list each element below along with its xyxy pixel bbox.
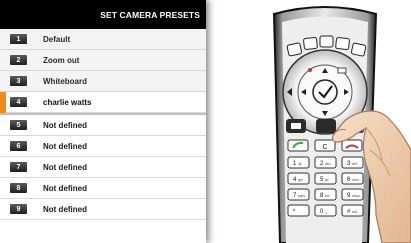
preset-number-badge: 2 — [10, 55, 27, 65]
preset-row-9[interactable]: 9 Not defined — [0, 199, 206, 220]
keypad-letters: abc — [325, 162, 331, 166]
remote-control: C 1 @2 abc 3 def 4 ghi 5 jkl 6 mno 7 pqrs 8 tuv 9 wxyz * 0… — [230, 0, 411, 243]
preset-number-badge: 8 — [10, 183, 27, 193]
keypad-key-10[interactable] — [287, 204, 310, 217]
preset-label: Zoom out — [43, 55, 80, 65]
preset-label: Whiteboard — [43, 76, 87, 86]
preset-row-8[interactable]: 8 Not defined — [0, 178, 206, 199]
call-button[interactable] — [287, 139, 309, 152]
preset-number-badge: 4 — [10, 97, 27, 107]
preset-row-1[interactable]: 1 Default — [0, 29, 206, 50]
preset-number-badge: 1 — [10, 34, 27, 44]
preset-number-badge: 7 — [10, 162, 27, 172]
preset-row-5[interactable]: 5 Not defined — [0, 115, 206, 136]
preset-label: Not defined — [43, 120, 87, 130]
presets-button[interactable] — [316, 119, 336, 133]
keypad-letters: pqrs — [298, 194, 305, 198]
preset-label: Not defined — [43, 141, 87, 151]
preset-row-7[interactable]: 7 Not defined — [0, 157, 206, 178]
keypad-letters: jkl — [324, 178, 329, 182]
camera-presets-menu: SET CAMERA PRESETS 1 Default 2 Zoom out 3 Whi… — [0, 0, 206, 243]
preset-label: Not defined — [43, 183, 87, 193]
keypad-letters: tuv — [325, 194, 330, 198]
preset-label: Default — [43, 34, 71, 44]
keypad-letters: ghi — [298, 178, 303, 182]
preset-label: Not defined — [43, 204, 87, 214]
keypad-letters: def — [352, 162, 357, 166]
clear-label: C — [322, 144, 327, 151]
preset-number-badge: 5 — [10, 120, 27, 130]
preset-row-4[interactable]: 4 charlie watts — [0, 92, 206, 113]
preset-row-2[interactable]: 2 Zoom out — [0, 50, 206, 71]
preset-row-6[interactable]: 6 Not defined — [0, 136, 206, 157]
preset-number-badge: 3 — [10, 76, 27, 86]
keypad-letters: @ — [298, 162, 302, 166]
keypad-letters: mno — [352, 178, 359, 182]
preset-label: Not defined — [43, 162, 87, 172]
selection-indicator — [0, 92, 6, 113]
keypad-letters: wxyz — [352, 194, 360, 198]
preset-number-badge: 9 — [10, 204, 27, 214]
preset-separator — [0, 113, 206, 115]
preset-number-badge: 6 — [10, 141, 27, 151]
preset-row-3[interactable]: 3 Whiteboard — [0, 71, 206, 92]
menu-title: SET CAMERA PRESETS — [0, 0, 206, 29]
keypad-letters: a/A — [352, 210, 358, 214]
ok-button[interactable] — [312, 79, 338, 105]
preset-label: charlie watts — [43, 97, 92, 107]
